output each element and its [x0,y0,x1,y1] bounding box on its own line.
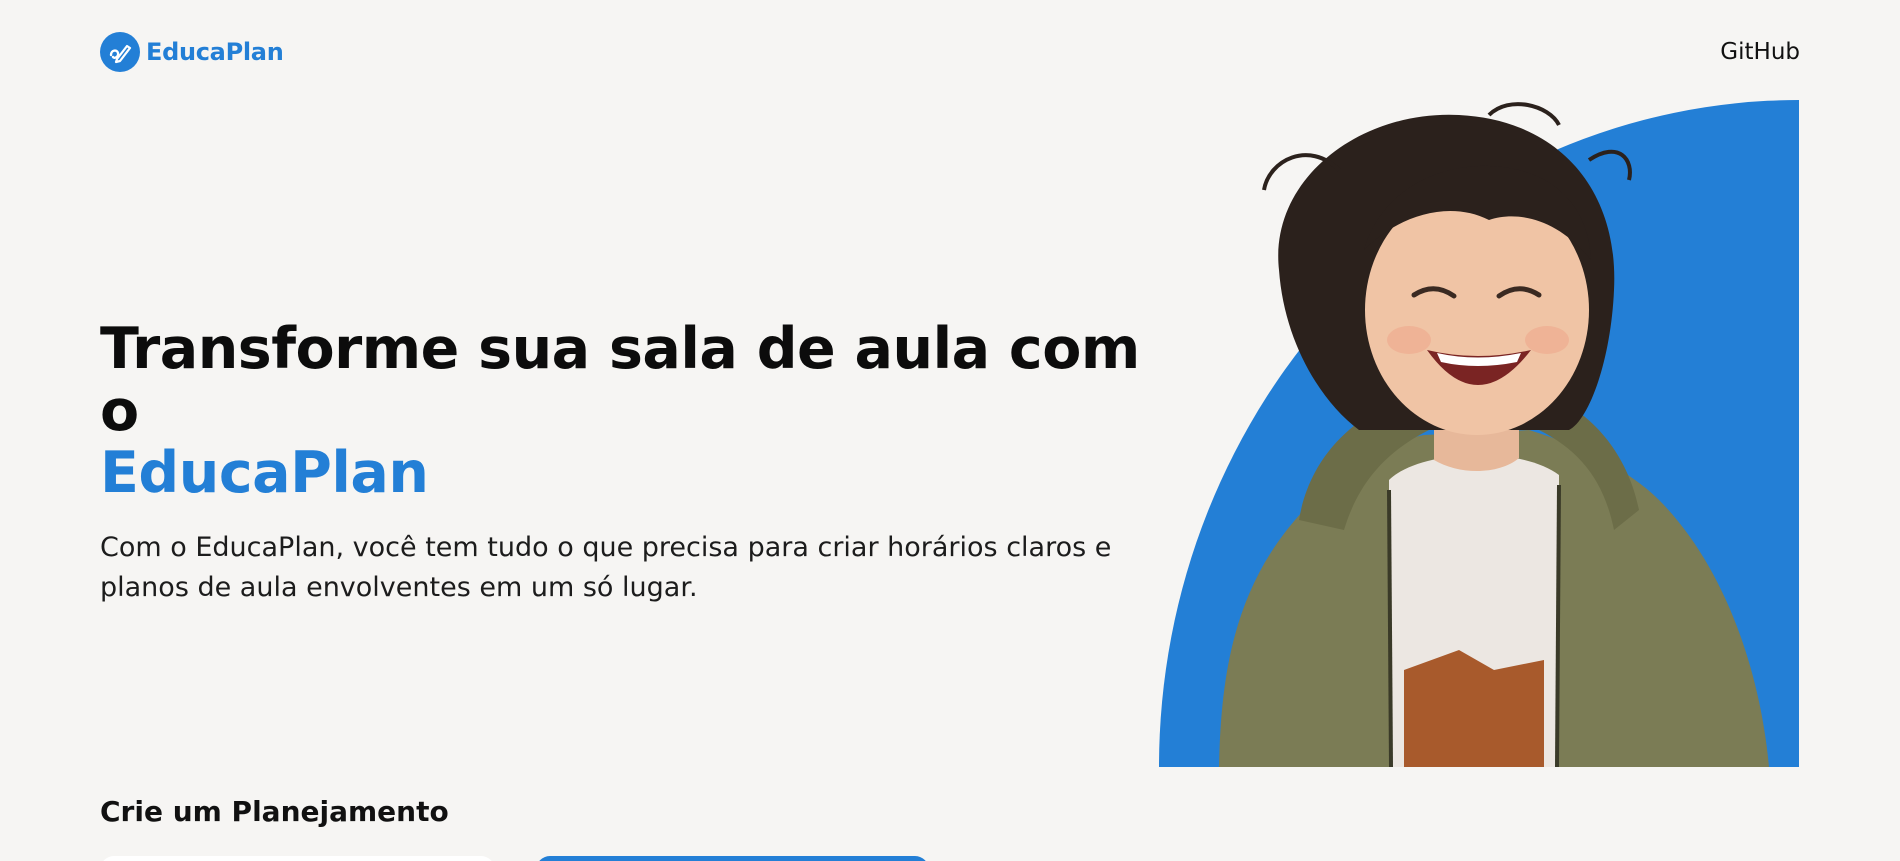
github-link[interactable]: GitHub [1720,39,1800,65]
top-navbar: EducaPlan GitHub [100,28,1800,76]
brand-name: EducaPlan [146,38,284,66]
page: EducaPlan GitHub Transforme sua sala de … [0,0,1900,861]
planning-card-right[interactable] [536,856,929,861]
hero-image [1159,100,1799,767]
hero-title-line: Transforme sua sala de aula com o [100,316,1140,444]
section-title: Crie um Planejamento [100,795,449,828]
planning-card-left[interactable] [100,856,495,861]
pencil-link-icon [100,32,140,72]
smiling-child-photo [1159,100,1799,767]
hero-subtitle: Com o EducaPlan, você tem tudo o que pre… [100,532,1112,603]
hero-title: Transforme sua sala de aula com o EducaP… [100,318,1140,504]
hero-section: Transforme sua sala de aula com o EducaP… [100,318,1140,608]
hero-title-accent: EducaPlan [100,440,429,506]
brand-home-link[interactable]: EducaPlan [100,32,284,72]
